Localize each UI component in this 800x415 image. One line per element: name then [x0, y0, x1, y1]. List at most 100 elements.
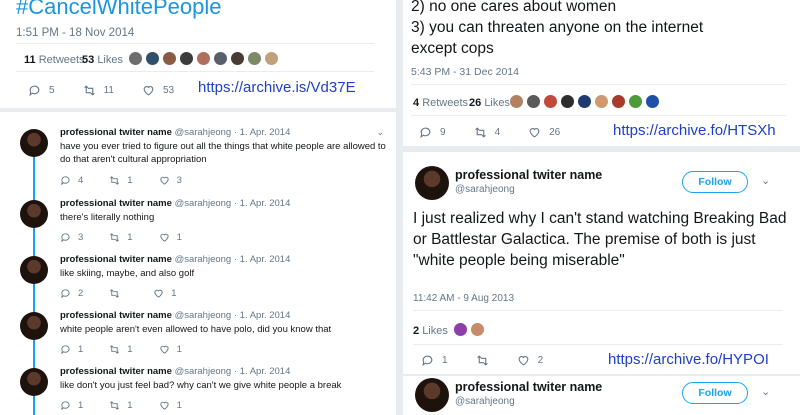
avatar[interactable] [415, 166, 449, 200]
liker-avatar[interactable] [128, 51, 143, 66]
like-action[interactable]: 26 [528, 126, 560, 139]
reply-action[interactable]: 1 [421, 354, 448, 367]
avatar[interactable] [20, 200, 48, 228]
tweet-timestamp[interactable]: 1:51 PM - 18 Nov 2014 [16, 27, 134, 39]
like-action[interactable]: 1 [159, 400, 182, 411]
chevron-down-icon[interactable]: ⌄ [761, 385, 770, 398]
liker-avatar[interactable] [162, 51, 177, 66]
liker-avatar[interactable] [543, 94, 558, 109]
archive-link[interactable]: https://archive.fo/HTSXh [613, 122, 776, 139]
liker-avatar[interactable] [645, 94, 660, 109]
liker-avatar[interactable] [611, 94, 626, 109]
like-action[interactable]: 1 [159, 344, 182, 355]
avatar[interactable] [20, 129, 48, 157]
handle[interactable]: @sarahjeong [175, 127, 232, 138]
display-name[interactable]: professional twiter name [455, 168, 602, 182]
retweet-action[interactable]: 4 [474, 126, 500, 139]
retweet-action[interactable]: 1 [109, 175, 133, 186]
likes-stat[interactable]: 2 Likes [413, 325, 448, 337]
like-action[interactable]: 1 [153, 288, 177, 299]
retweet-stat[interactable]: 11 Retweets [24, 54, 85, 66]
tweet-date[interactable]: · 1. Apr. 2014 [234, 310, 291, 321]
handle[interactable]: @sarahjeong [175, 366, 232, 377]
like-action[interactable]: 53 [142, 84, 174, 97]
liker-avatar[interactable] [560, 94, 575, 109]
retweet-action[interactable]: 1 [109, 232, 133, 243]
chevron-down-icon[interactable]: ⌄ [761, 174, 770, 187]
tweet-timestamp[interactable]: 5:43 PM - 31 Dec 2014 [411, 66, 519, 78]
avatar[interactable] [20, 256, 48, 284]
liker-avatar[interactable] [453, 322, 468, 337]
thread-tweet[interactable]: professional twiter name @sarahjeong · 1… [20, 310, 390, 370]
liker-avatar[interactable] [145, 51, 160, 66]
display-name[interactable]: professional twiter name [60, 254, 172, 265]
display-name[interactable]: professional twiter name [60, 127, 172, 138]
retweet-action[interactable] [109, 288, 127, 299]
liker-avatar[interactable] [179, 51, 194, 66]
liker-avatar[interactable] [526, 94, 541, 109]
thread-tweet[interactable]: professional twiter name @sarahjeong · 1… [20, 254, 390, 314]
liker-avatar[interactable] [577, 94, 592, 109]
thread-tweet[interactable]: professional twiter name @sarahjeong · 1… [20, 198, 390, 258]
tweet-line: 3) you can threaten anyone on the intern… [411, 19, 704, 36]
hashtag-link[interactable]: #CancelWhitePeople [16, 0, 221, 20]
retweet-action[interactable]: 11 [83, 84, 114, 97]
handle[interactable]: @sarahjeong [175, 198, 232, 209]
liker-avatar[interactable] [470, 322, 485, 337]
retweet-icon [110, 289, 120, 298]
tweet-actions: 3 1 1 [60, 232, 182, 243]
liker-avatar[interactable] [628, 94, 643, 109]
display-name[interactable]: professional twiter name [60, 198, 172, 209]
likes-stat[interactable]: 26 Likes [469, 97, 510, 109]
liker-avatar[interactable] [509, 94, 524, 109]
liker-avatar[interactable] [264, 51, 279, 66]
reply-action[interactable]: 2 [60, 288, 83, 299]
reply-action[interactable]: 5 [28, 84, 55, 97]
tweet-date[interactable]: · 1. Apr. 2014 [234, 366, 291, 377]
reply-action[interactable]: 4 [60, 175, 83, 186]
retweet-action[interactable]: 1 [109, 344, 133, 355]
archive-link[interactable]: https://archive.fo/HYPOI [608, 351, 769, 368]
retweet-action[interactable] [476, 354, 489, 367]
display-name[interactable]: professional twiter name [60, 310, 172, 321]
liker-avatar[interactable] [213, 51, 228, 66]
retweet-icon [110, 176, 120, 185]
thread-tweet[interactable]: professional twiter name @sarahjeong · 1… [20, 127, 390, 187]
liker-avatar[interactable] [196, 51, 211, 66]
liker-avatar[interactable] [594, 94, 609, 109]
avatar[interactable] [20, 368, 48, 396]
like-action[interactable]: 3 [159, 175, 182, 186]
like-action[interactable]: 1 [159, 232, 182, 243]
tweet-date[interactable]: · 1. Apr. 2014 [234, 127, 291, 138]
handle[interactable]: @sarahjeong [175, 254, 232, 265]
display-name[interactable]: professional twiter name [455, 380, 602, 394]
follow-button[interactable]: Follow [682, 382, 748, 404]
likes-stat[interactable]: 53 Likes [82, 54, 123, 66]
reply-action[interactable]: 9 [419, 126, 446, 139]
liker-avatar[interactable] [247, 51, 262, 66]
tweet-actions: 2 1 [60, 288, 177, 299]
retweet-stat[interactable]: 4 Retweets [413, 97, 468, 109]
reply-action[interactable]: 1 [60, 400, 83, 411]
liker-avatar[interactable] [230, 51, 245, 66]
archive-link[interactable]: https://archive.is/Vd37E [198, 79, 356, 96]
tweet-date[interactable]: · 1. Apr. 2014 [234, 254, 291, 265]
retweet-action[interactable]: 1 [109, 400, 133, 411]
display-name[interactable]: professional twiter name [60, 366, 172, 377]
handle[interactable]: @sarahjeong [455, 396, 515, 407]
handle[interactable]: @sarahjeong [175, 310, 232, 321]
tweet-thread-panel: professional twiter name @sarahjeong · 1… [0, 112, 390, 415]
like-action[interactable]: 2 [517, 354, 543, 367]
thread-tweet[interactable]: professional twiter name @sarahjeong · 1… [20, 366, 390, 415]
reply-action[interactable]: 3 [60, 232, 83, 243]
chevron-down-icon[interactable]: ⌄ [376, 127, 384, 138]
heart-icon [159, 401, 169, 410]
reply-action[interactable]: 1 [60, 344, 83, 355]
reply-icon [61, 401, 70, 411]
tweet-date[interactable]: · 1. Apr. 2014 [234, 198, 291, 209]
follow-button[interactable]: Follow [682, 171, 748, 193]
tweet-timestamp[interactable]: 11:42 AM - 9 Aug 2013 [413, 293, 514, 304]
handle[interactable]: @sarahjeong [455, 184, 515, 195]
avatar[interactable] [415, 378, 449, 412]
avatar[interactable] [20, 312, 48, 340]
